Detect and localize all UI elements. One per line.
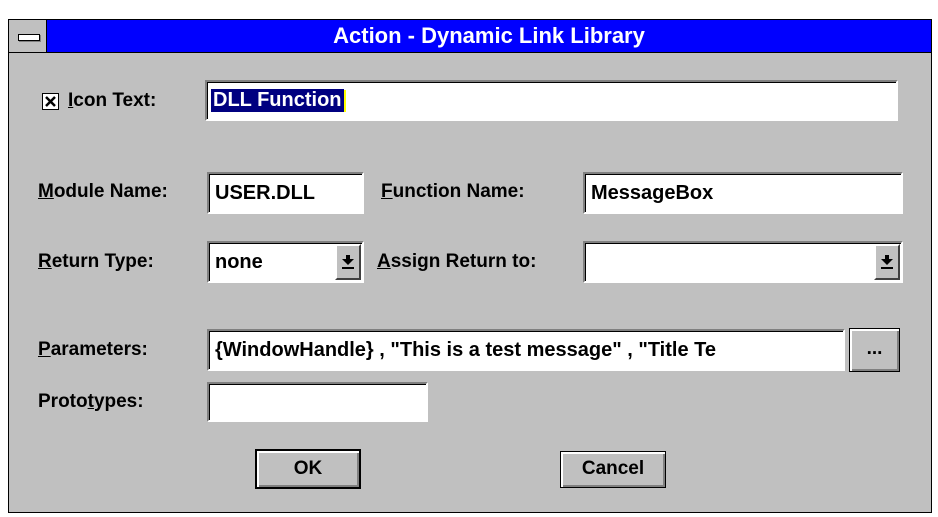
- function-name-label-rest: unction Name:: [392, 181, 525, 202]
- module-name-hotkey: M: [38, 181, 54, 202]
- icon-text-value: DLL Function: [211, 89, 344, 112]
- function-name-label: Function Name:: [381, 181, 525, 203]
- ok-label-rest: K: [308, 458, 323, 479]
- return-type-label-rest: eturn Type:: [51, 251, 154, 272]
- parameters-browse-button[interactable]: ...: [849, 328, 900, 372]
- ok-hotkey: O: [293, 458, 309, 479]
- function-name-input[interactable]: MessageBox: [583, 172, 903, 214]
- return-type-hotkey: R: [38, 251, 52, 272]
- function-name-hotkey: F: [381, 181, 393, 202]
- cancel-hotkey: C: [581, 458, 596, 479]
- icon-text-label-rest: con Text:: [73, 90, 157, 111]
- module-name-label-rest: odule Name:: [53, 181, 168, 202]
- prototypes-label-before: Proto: [38, 391, 88, 412]
- assign-return-dropdown[interactable]: [583, 241, 903, 283]
- assign-return-dropdown-button[interactable]: [874, 244, 900, 280]
- checkbox-x-icon: [45, 96, 56, 107]
- dropdown-arrow-icon: [342, 255, 354, 269]
- ok-button[interactable]: OK: [255, 449, 361, 489]
- system-menu-button[interactable]: [9, 20, 47, 52]
- assign-return-hotkey: A: [377, 251, 391, 272]
- function-name-value: MessageBox: [591, 181, 714, 204]
- system-menu-icon: [18, 34, 40, 41]
- parameters-value: {WindowHandle} , "This is a test message…: [215, 338, 716, 361]
- prototypes-label: Prototypes:: [38, 391, 144, 413]
- parameters-label-rest: arameters:: [50, 339, 148, 360]
- parameters-label: Parameters:: [38, 339, 148, 361]
- icon-text-checkbox[interactable]: [42, 93, 59, 110]
- return-type-value: none: [215, 250, 263, 273]
- cancel-button[interactable]: Cancel: [560, 451, 666, 488]
- assign-return-label: Assign Return to:: [377, 251, 536, 273]
- prototypes-input[interactable]: [207, 382, 428, 422]
- text-cursor: [343, 89, 346, 112]
- return-type-dropdown[interactable]: none: [207, 241, 364, 283]
- module-name-label: Module Name:: [38, 181, 168, 203]
- parameters-input[interactable]: {WindowHandle} , "This is a test message…: [207, 329, 845, 371]
- icon-text-label: Icon Text:: [68, 90, 156, 112]
- window-title: Action - Dynamic Link Library: [333, 23, 645, 48]
- prototypes-label-after: ypes:: [93, 391, 144, 412]
- cancel-label-rest: ancel: [595, 458, 645, 479]
- title-bar[interactable]: Action - Dynamic Link Library: [9, 20, 931, 53]
- icon-text-input[interactable]: DLL Function: [205, 80, 898, 121]
- return-type-label: Return Type:: [38, 251, 154, 273]
- assign-return-label-rest: ssign Return to:: [390, 251, 537, 272]
- dropdown-arrow-icon: [881, 255, 893, 269]
- module-name-input[interactable]: USER.DLL: [207, 172, 364, 214]
- return-type-dropdown-button[interactable]: [335, 244, 361, 280]
- parameters-hotkey: P: [38, 339, 51, 360]
- browse-label: ...: [866, 338, 883, 359]
- module-name-value: USER.DLL: [215, 181, 315, 204]
